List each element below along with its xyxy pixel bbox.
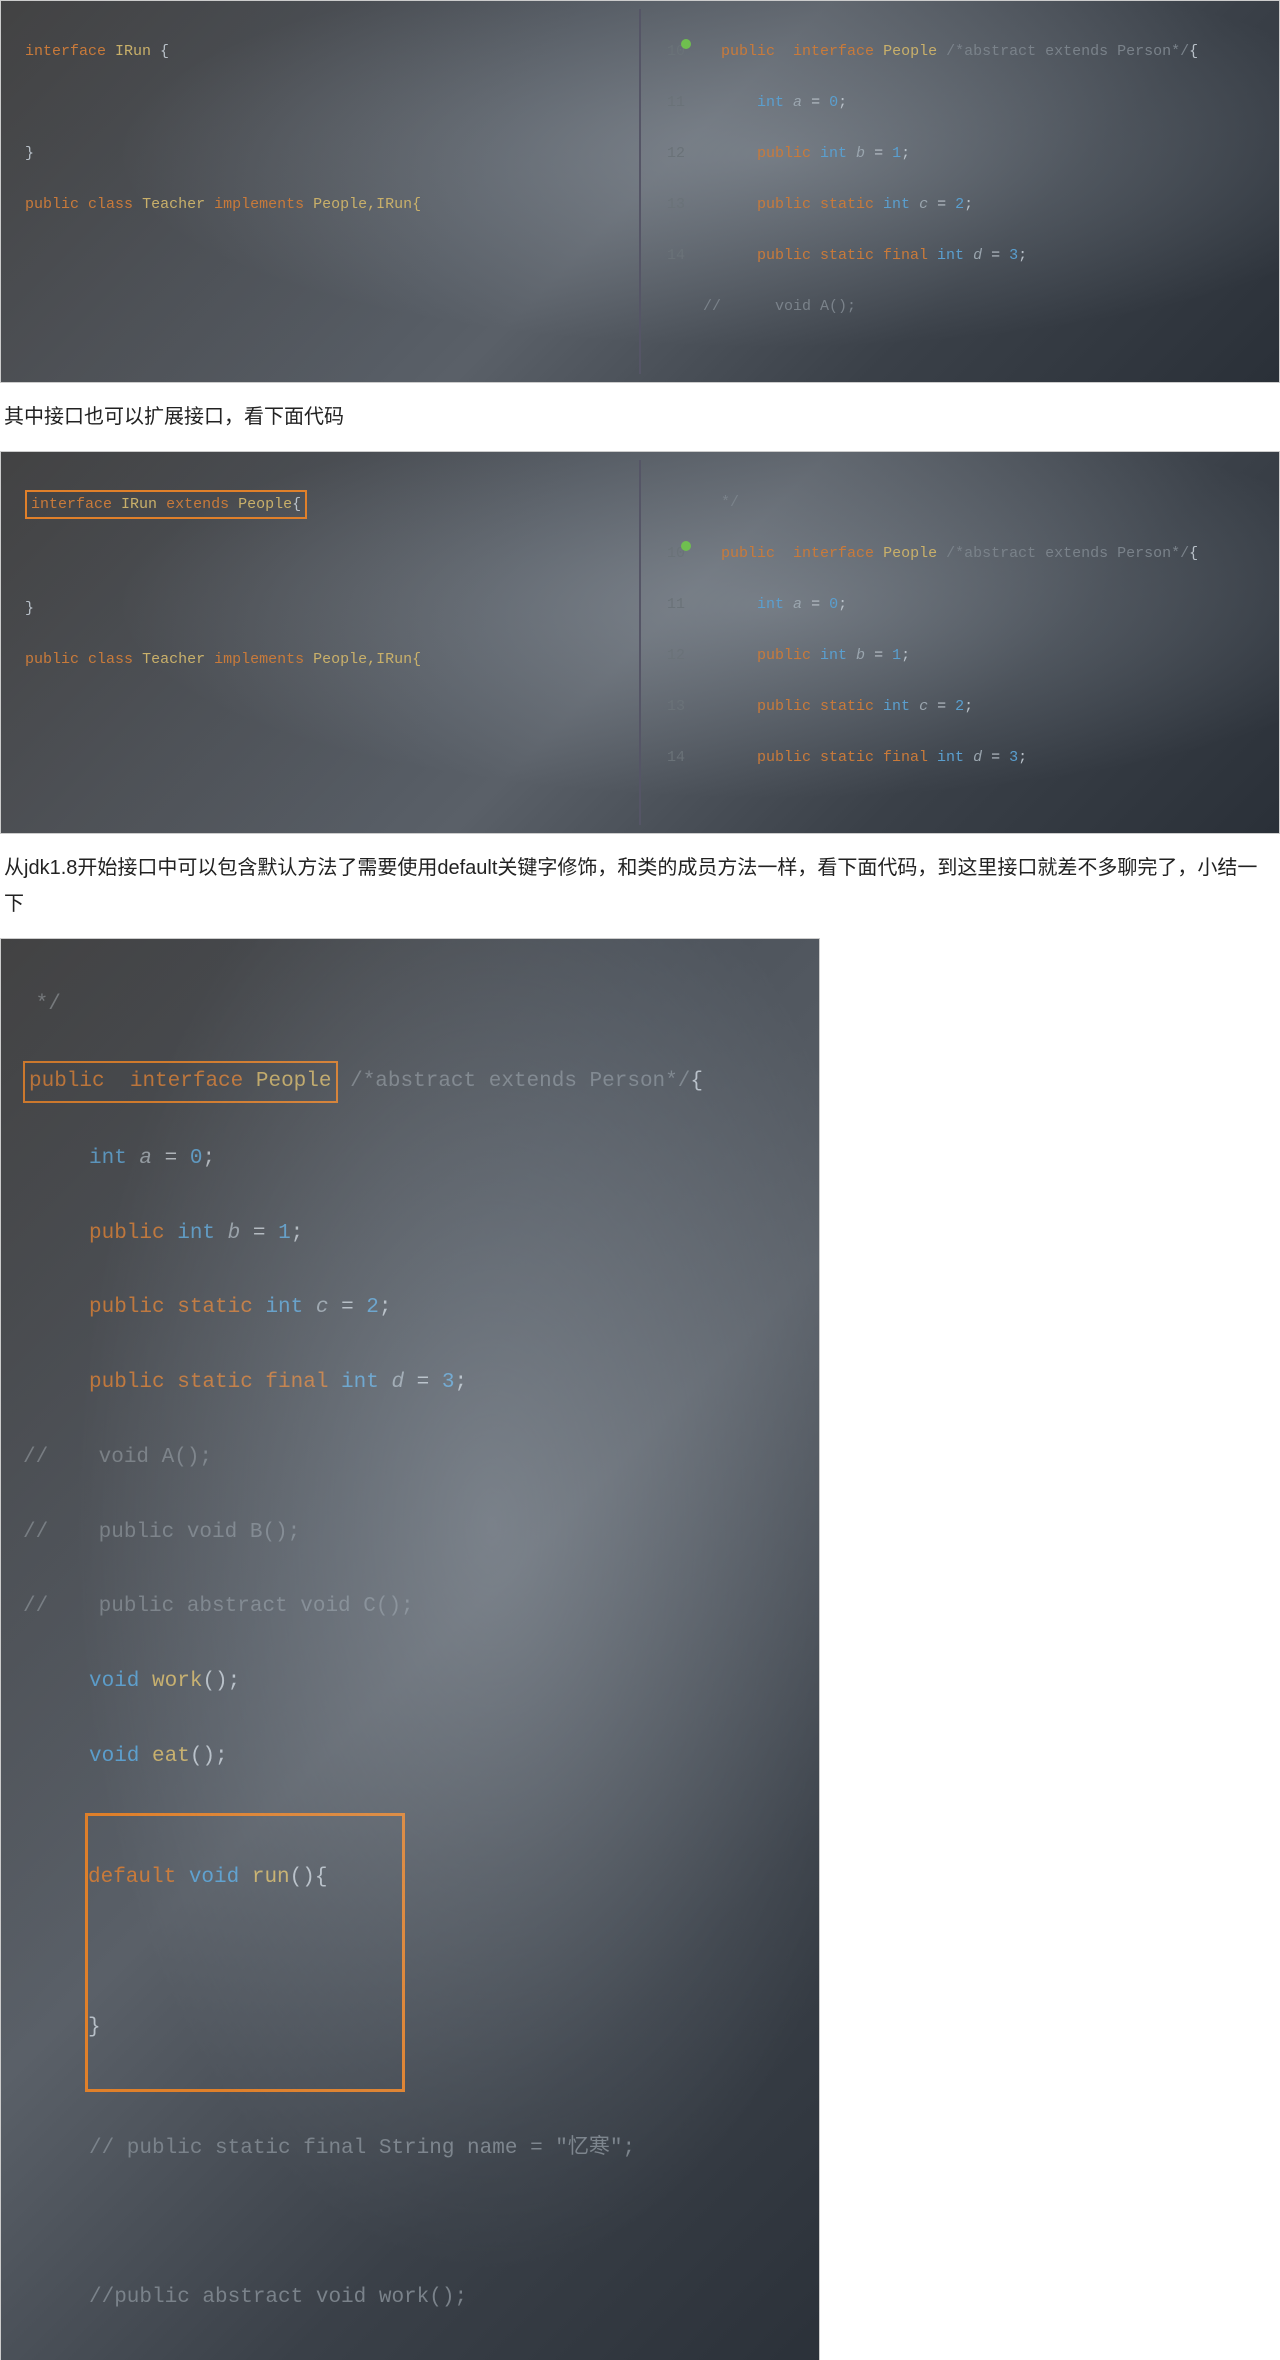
code-pane-right-2: */ 10 public interface People /*abstract… — [639, 460, 1265, 825]
type-irun: IRun — [115, 43, 151, 60]
article-text-2: 从jdk1.8开始接口中可以包含默认方法了需要使用default关键字修饰，和类… — [0, 834, 1280, 938]
keyword-interface: interface — [25, 43, 106, 60]
code-pane-left-1: interface IRun { } public class Teacher … — [15, 9, 639, 374]
highlight-public-interface: public interface People — [23, 1061, 338, 1102]
article-text-1: 其中接口也可以扩展接口，看下面代码 — [0, 383, 1280, 451]
gutter-dot-icon — [681, 39, 691, 49]
highlight-extends: interface IRun extends People{ — [25, 490, 307, 520]
code-block-2: interface IRun extends People{ } public … — [0, 451, 1280, 834]
code-pane-left-2: interface IRun extends People{ } public … — [15, 460, 639, 825]
gutter-dot-icon — [681, 541, 691, 551]
highlight-default-method: default void run(){ } — [85, 1813, 405, 2093]
code-pane-right-1: 10 public interface People /*abstract ex… — [639, 9, 1265, 374]
code-block-3: */ public interface People /*abstract ex… — [0, 938, 820, 2360]
code-block-1: interface IRun { } public class Teacher … — [0, 0, 1280, 383]
